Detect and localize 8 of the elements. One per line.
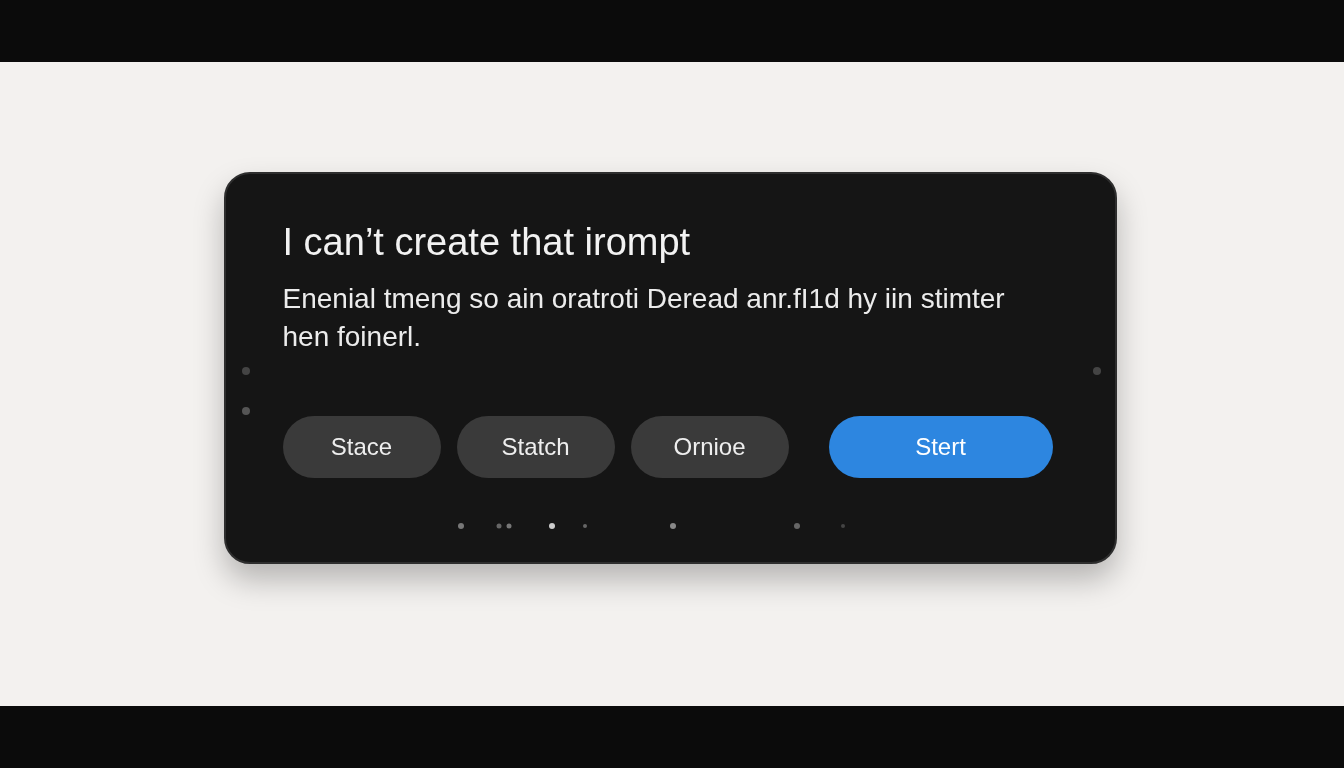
page-dots-icon: [456, 522, 847, 530]
option-button[interactable]: Stace: [282, 416, 441, 478]
option-button[interactable]: Ornioe: [630, 416, 789, 478]
edge-dots-icon: [241, 367, 250, 415]
dialog-message: Enenial tmeng so ain oratroti Deread anr.fI1d hy iin stimter hen foinerl.: [282, 282, 1006, 354]
start-button[interactable]: Stert: [828, 416, 1053, 478]
option-button[interactable]: Statch: [456, 416, 615, 478]
dialog-title: I can’t create that irompt: [282, 220, 692, 265]
